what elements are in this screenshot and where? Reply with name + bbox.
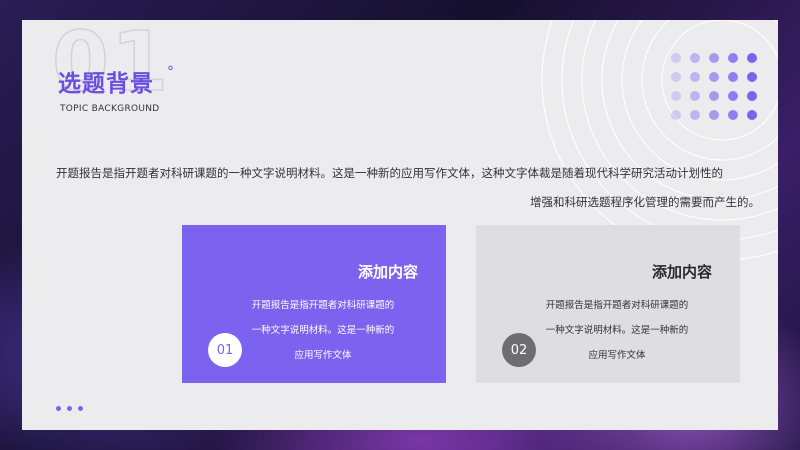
grid-dot [747, 110, 757, 120]
box-1-line: 应用写作文体 [294, 350, 352, 361]
slide-title: 选题背景 [58, 71, 154, 97]
grid-dot [728, 72, 738, 82]
grid-dot [690, 110, 700, 120]
box-2-line: 开题报告是指开题者对科研课题的 [545, 300, 689, 311]
box-1-line: 一种文字说明材料。这是一种新的 [251, 325, 395, 336]
grid-dot [671, 110, 681, 120]
grid-dot [690, 53, 700, 63]
grid-dot [728, 53, 738, 63]
grid-dot [747, 91, 757, 101]
content-box-2: 添加内容 开题报告是指开题者对科研课题的 一种文字说明材料。这是一种新的 应用写… [476, 225, 740, 383]
number-badge-2: 02 [502, 333, 536, 367]
grid-dot [747, 72, 757, 82]
title-mark: ° [167, 64, 174, 80]
description-line-2: 增强和科研选题程序化管理的需要而产生的。 [530, 195, 760, 209]
description-text: 开题报告是指开题者对科研课题的一种文字说明材料。这是一种新的应用写作文体，这种文… [56, 159, 762, 217]
grid-dot [709, 53, 719, 63]
box-1-title: 添加内容 [357, 263, 418, 281]
box-1-text: 开题报告是指开题者对科研课题的 一种文字说明材料。这是一种新的 应用写作文体 [228, 293, 418, 368]
box-2-title: 添加内容 [651, 263, 712, 281]
box-2-text: 开题报告是指开题者对科研课题的 一种文字说明材料。这是一种新的 应用写作文体 [522, 293, 712, 368]
grid-dot [690, 91, 700, 101]
grid-dot [709, 72, 719, 82]
dot-grid-decoration [671, 53, 757, 120]
box-1-line: 开题报告是指开题者对科研课题的 [251, 300, 395, 311]
more-dots-icon [56, 406, 83, 411]
box-2-line: 应用写作文体 [588, 350, 646, 361]
slide-subtitle: TOPIC BACKGROUND [60, 104, 160, 114]
description-line-1: 开题报告是指开题者对科研课题的一种文字说明材料。这是一种新的应用写作文体，这种文… [56, 166, 723, 180]
grid-dot [709, 110, 719, 120]
slide-card: 01 选题背景 ° TOPIC BACKGROUND 开题报告是指开题者对科研课… [22, 20, 778, 430]
grid-dot [671, 91, 681, 101]
grid-dot [728, 91, 738, 101]
grid-dot [671, 72, 681, 82]
grid-dot [671, 53, 681, 63]
grid-dot [747, 53, 757, 63]
content-box-1: 添加内容 开题报告是指开题者对科研课题的 一种文字说明材料。这是一种新的 应用写… [182, 225, 446, 383]
grid-dot [728, 110, 738, 120]
grid-dot [690, 72, 700, 82]
box-2-line: 一种文字说明材料。这是一种新的 [545, 325, 689, 336]
grid-dot [709, 91, 719, 101]
number-badge-1: 01 [208, 333, 242, 367]
